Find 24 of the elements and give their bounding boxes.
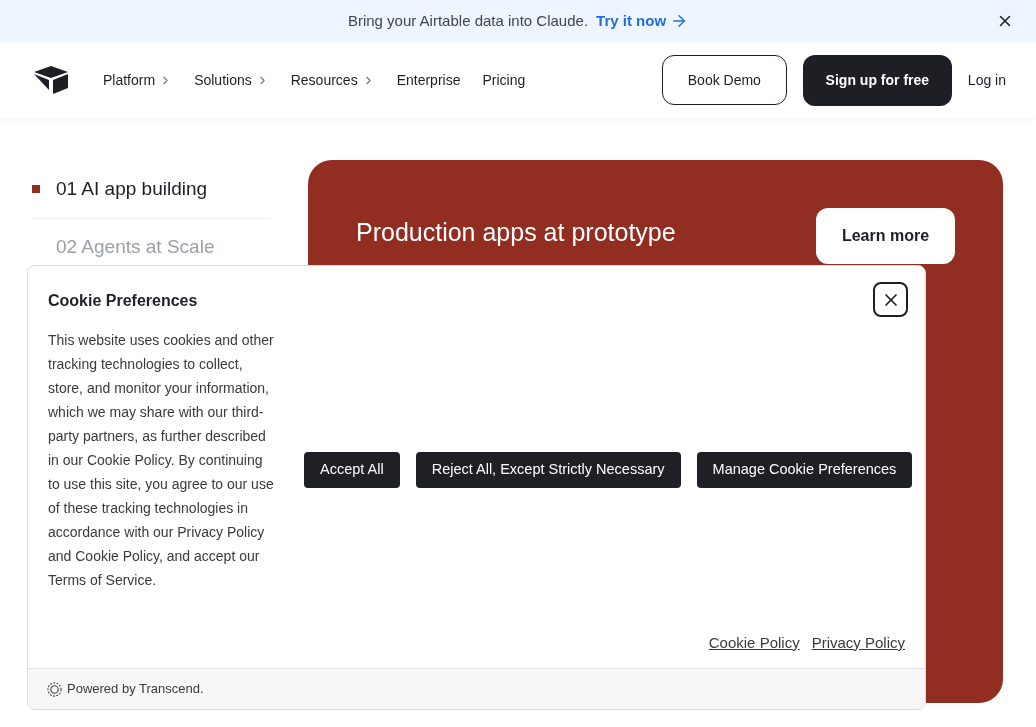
- login-link[interactable]: Log in: [967, 69, 1006, 91]
- transcend-logo-icon: [47, 681, 62, 697]
- nav-link[interactable]: Enterprise: [396, 69, 461, 91]
- nav-link[interactable]: Platform: [103, 69, 173, 91]
- try-it-link[interactable]: Try it now: [596, 9, 689, 33]
- dialog-title: Cookie Preferences: [48, 291, 199, 311]
- cookie-button[interactable]: Accept All: [304, 452, 400, 488]
- cookie-button[interactable]: Reject All, Except Strictly Necessary: [415, 452, 681, 488]
- signup-button[interactable]: Sign up for free: [802, 54, 952, 106]
- section-tab[interactable]: 01 AI app building: [32, 160, 271, 218]
- footer-text: Powered by Transcend.: [67, 680, 204, 699]
- book-demo-button[interactable]: Book Demo: [661, 55, 787, 105]
- nav-link[interactable]: Resources: [290, 69, 375, 91]
- banner-text: Bring your Airtable data into Claude.: [347, 10, 589, 31]
- nav-link[interactable]: Pricing: [482, 69, 526, 91]
- card-heading: Production apps at prototype: [356, 217, 676, 248]
- cookie-button[interactable]: Manage Cookie Preferences: [696, 452, 913, 488]
- close-button[interactable]: [873, 282, 908, 317]
- nav-link[interactable]: Solutions: [194, 69, 269, 91]
- logo-icon[interactable]: [33, 66, 69, 94]
- learn-more-button[interactable]: Learn more: [816, 208, 955, 264]
- policy-link[interactable]: Privacy Policy: [811, 631, 905, 654]
- dialog-body: This website uses cookies and other tracking technologies to collect, store, and monitor your information, which we may share with our third-party partners, as further described in our Cookie Policy. By continuing to use this site, you agree to our use of these tracking technologies in accordance with our Privacy Policy and Cookie Policy, and accept our Terms of Service.: [48, 331, 274, 590]
- policy-link[interactable]: Cookie Policy: [708, 631, 800, 654]
